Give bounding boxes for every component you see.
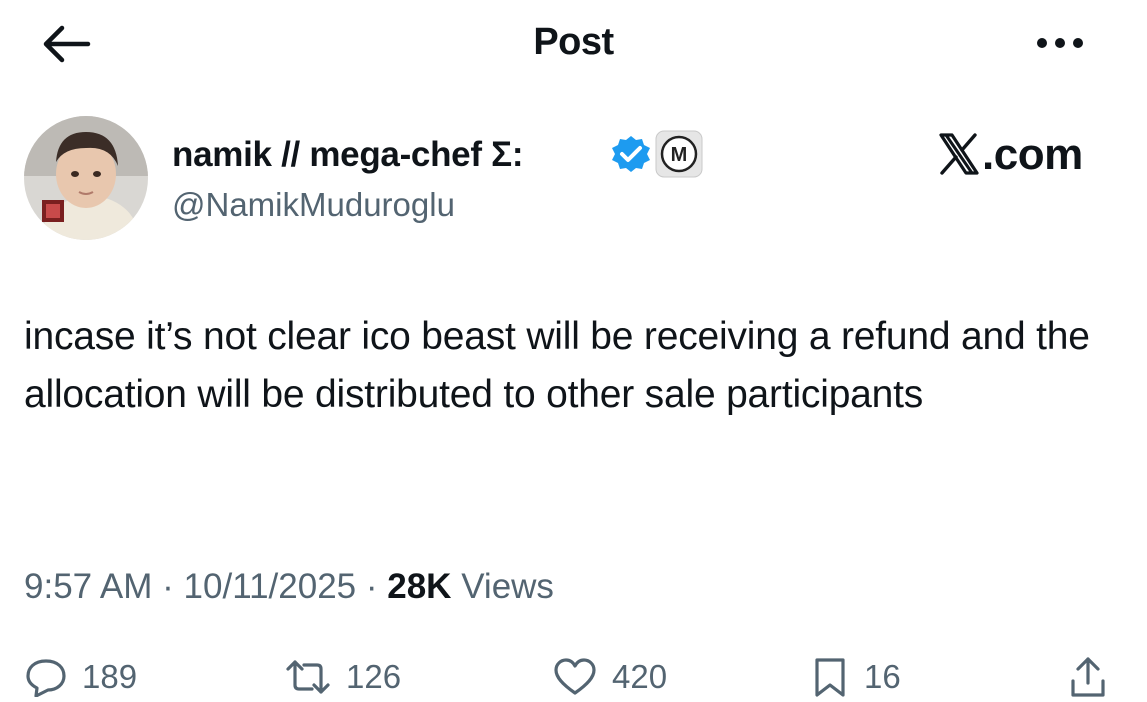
meta-separator: · [365,567,378,606]
svg-text:M: M [671,144,688,166]
post-text: incase it’s not clear ico beast will be … [24,315,1090,416]
repost-button[interactable]: 126 [284,652,401,702]
heart-icon [554,658,596,695]
bookmark-icon [815,658,845,697]
post-date[interactable]: 10/11/2025 [184,567,357,606]
affiliate-badge-icon[interactable]: M [655,130,703,178]
bookmark-button[interactable]: 16 [810,652,901,702]
views-count: 28K [387,567,452,606]
page-title: Post [533,21,614,63]
more-horizontal-icon [1037,38,1083,48]
like-count: 420 [612,658,668,695]
avatar[interactable] [24,116,148,240]
author-handle[interactable]: @NamikMuduroglu [172,184,455,226]
share-icon [1071,657,1105,697]
like-button[interactable]: 420 [552,652,667,702]
author-display-name[interactable]: namik // mega-chef Σ: [172,134,523,176]
post-metadata: 9:57 AM · 10/11/2025 · 28K Views [24,564,554,610]
x-com-logo: .com [938,130,1098,182]
verified-check-icon [610,134,652,176]
more-options-button[interactable] [1030,28,1090,58]
repost-count: 126 [346,658,402,695]
views-label: Views [461,567,554,606]
logo-text: .com [982,130,1083,179]
bookmark-count: 16 [864,658,901,695]
repost-icon [286,660,330,694]
post-time[interactable]: 9:57 AM [24,567,152,606]
reply-icon [26,659,66,697]
reply-count: 189 [82,658,138,695]
meta-separator: · [162,567,174,606]
reply-button[interactable]: 189 [24,652,137,702]
x-logo-icon [939,133,979,175]
share-button[interactable] [1068,652,1108,702]
